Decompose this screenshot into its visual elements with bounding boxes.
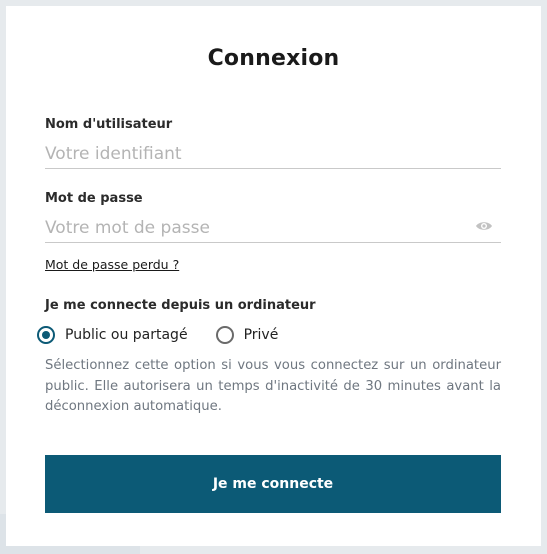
username-label: Nom d'utilisateur <box>45 117 173 132</box>
eye-icon[interactable] <box>475 218 493 232</box>
password-field-container <box>45 216 501 243</box>
page-title: Connexion <box>207 46 340 71</box>
radio-checked-icon[interactable] <box>37 326 55 344</box>
forgot-password-link[interactable]: Mot de passe perdu ? <box>45 257 179 272</box>
login-card: Connexion Nom d'utilisateur Mot de passe… <box>6 6 541 546</box>
device-question-label: Je me connecte depuis un ordinateur <box>45 298 316 313</box>
radio-private[interactable]: Privé <box>215 326 279 344</box>
username-field-container <box>45 142 501 169</box>
username-input[interactable] <box>45 142 465 166</box>
device-help-text: Sélectionnez cette option si vous vous c… <box>45 358 501 414</box>
login-button[interactable]: Je me connecte <box>45 455 501 513</box>
radio-public-label: Public ou partagé <box>65 327 188 343</box>
radio-private-label: Privé <box>243 327 279 343</box>
radio-unchecked-icon[interactable] <box>215 326 234 344</box>
password-label: Mot de passe <box>45 191 143 206</box>
device-radio-group: Public ou partagé Privé <box>37 324 278 346</box>
password-input[interactable] <box>45 216 465 240</box>
radio-public[interactable]: Public ou partagé <box>37 326 188 344</box>
